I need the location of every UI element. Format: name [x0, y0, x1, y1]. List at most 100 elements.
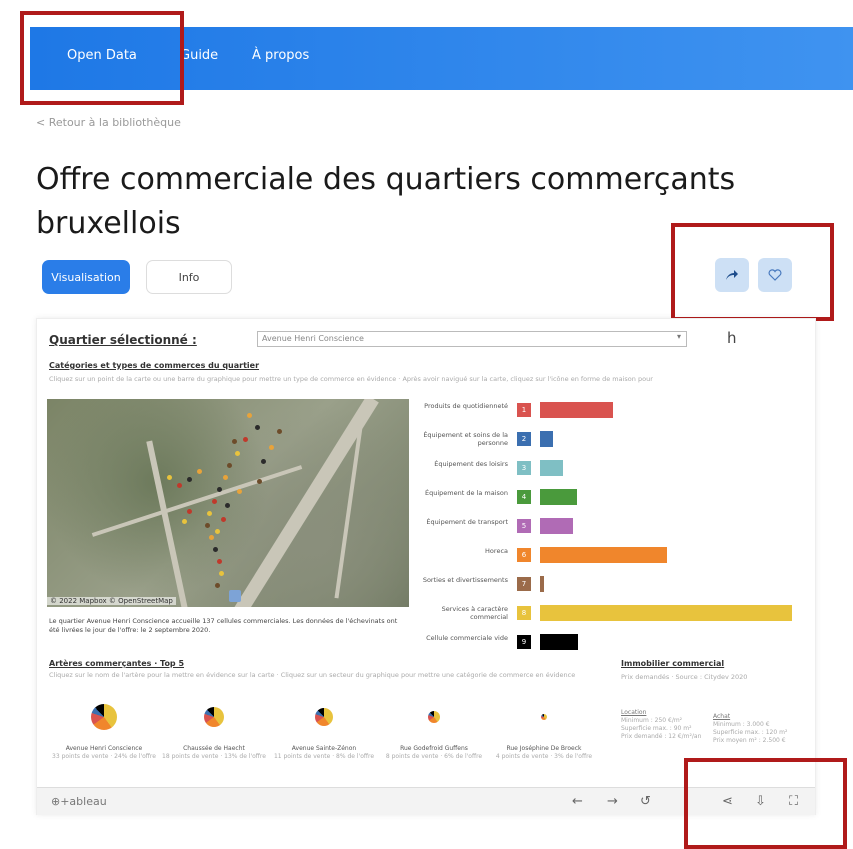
artery-label[interactable]: Rue Godefroid Guffens 8 points de vente ·…	[379, 745, 489, 761]
category-label: Services à caractère commercial	[441, 605, 508, 621]
category-bar[interactable]	[540, 431, 553, 447]
category-number[interactable]: 6	[517, 548, 531, 562]
artery-pie[interactable]	[204, 707, 224, 727]
category-number[interactable]: 1	[517, 403, 531, 417]
undo-icon[interactable]: ←	[572, 794, 583, 809]
immo-location-line: Prix demandé : 12 €/m²/an	[621, 733, 702, 740]
category-bar[interactable]	[540, 576, 544, 592]
artery-pie[interactable]	[428, 711, 440, 723]
shop-marker[interactable]	[217, 487, 222, 492]
category-bar[interactable]	[540, 460, 563, 476]
highlight-box-toolbar	[684, 758, 847, 849]
arteries-instructions: Cliquez sur le nom de l'artère pour la m…	[49, 671, 576, 679]
shop-marker[interactable]	[247, 413, 252, 418]
shop-marker[interactable]	[223, 475, 228, 480]
category-bar[interactable]	[540, 547, 667, 563]
shop-marker[interactable]	[215, 583, 220, 588]
shop-marker[interactable]	[235, 451, 240, 456]
back-link[interactable]: < Retour à la bibliothèque	[36, 116, 181, 129]
category-number[interactable]: 2	[517, 432, 531, 446]
category-number[interactable]: 9	[517, 635, 531, 649]
category-label: Produits de quotidienneté	[424, 402, 508, 410]
shop-marker[interactable]	[187, 509, 192, 514]
tableau-logo[interactable]: ⊕+ableau	[51, 795, 107, 808]
category-bar[interactable]	[540, 518, 573, 534]
nav-a-propos[interactable]: À propos	[252, 48, 309, 63]
category-label: Équipement et soins de la personne	[423, 431, 508, 447]
shop-marker[interactable]	[215, 529, 220, 534]
shop-marker[interactable]	[217, 559, 222, 564]
shop-marker[interactable]	[237, 489, 242, 494]
categories-instructions: Cliquez sur un point de la carte ou une …	[49, 375, 653, 383]
artery-name: Rue Godefroid Guffens	[400, 745, 468, 752]
artery-pie[interactable]	[91, 704, 117, 730]
category-bar[interactable]	[540, 605, 792, 621]
category-label: Équipement des loisirs	[434, 460, 508, 468]
shop-marker[interactable]	[187, 477, 192, 482]
nav-guide[interactable]: Guide	[180, 48, 218, 63]
category-number[interactable]: 5	[517, 519, 531, 533]
artery-label[interactable]: Avenue Henri Conscience 33 points de vent…	[49, 745, 159, 761]
home-icon[interactable]	[229, 590, 241, 602]
artery-pie[interactable]	[315, 708, 333, 726]
highlight-box-nav	[20, 11, 184, 105]
immo-achat: Achat Minimum : 3.000 € Superficie max. …	[713, 713, 787, 745]
shop-marker[interactable]	[243, 437, 248, 442]
shop-marker[interactable]	[182, 519, 187, 524]
map[interactable]	[47, 399, 409, 607]
category-number[interactable]: 8	[517, 606, 531, 620]
shop-marker[interactable]	[167, 475, 172, 480]
tableau-brand: +ableau	[60, 795, 107, 808]
immo-location-head: Location	[621, 709, 647, 716]
tableau-logo-mark: ⊕	[51, 795, 61, 808]
shop-marker[interactable]	[212, 499, 217, 504]
artery-label[interactable]: Chaussée de Haecht 18 points de vente · 1…	[159, 745, 269, 761]
artery-stats: 8 points de vente · 6% de l'offre	[385, 753, 483, 760]
category-bar[interactable]	[540, 634, 578, 650]
shop-marker[interactable]	[255, 425, 260, 430]
shop-marker[interactable]	[277, 429, 282, 434]
shop-marker[interactable]	[225, 503, 230, 508]
artery-pie[interactable]	[541, 714, 547, 720]
chevron-down-icon[interactable]: ▾	[677, 332, 681, 341]
shop-marker[interactable]	[227, 463, 232, 468]
category-label: Équipement de transport	[426, 518, 508, 526]
highlight-box-actions	[671, 223, 834, 321]
arteries-title: Artères commerçantes · Top 5	[49, 659, 185, 668]
category-label: Équipement de la maison	[425, 489, 508, 497]
shop-marker[interactable]	[261, 459, 266, 464]
shop-marker[interactable]	[205, 523, 210, 528]
revert-icon[interactable]: ↺	[640, 794, 651, 809]
category-number[interactable]: 4	[517, 490, 531, 504]
shop-marker[interactable]	[257, 479, 262, 484]
artery-stats: 18 points de vente · 13% de l'offre	[162, 753, 266, 760]
artery-label[interactable]: Avenue Sainte-Zénon 11 points de vente · …	[269, 745, 379, 761]
category-bar[interactable]	[540, 402, 613, 418]
map-summary: Le quartier Avenue Henri Conscience accu…	[49, 617, 398, 634]
artery-name: Chaussée de Haecht	[183, 745, 245, 752]
category-number[interactable]: 3	[517, 461, 531, 475]
artery-label[interactable]: Rue Joséphine De Broeck 4 points de vente…	[489, 745, 599, 761]
shop-marker[interactable]	[197, 469, 202, 474]
shop-marker[interactable]	[269, 445, 274, 450]
shop-marker[interactable]	[177, 483, 182, 488]
category-label: Sorties et divertissements	[422, 576, 508, 584]
artery-stats: 33 points de vente · 24% de l'offre	[52, 753, 156, 760]
shop-marker[interactable]	[232, 439, 237, 444]
quartier-label: Quartier sélectionné :	[49, 333, 197, 347]
shop-marker[interactable]	[219, 571, 224, 576]
quartier-select[interactable]: Avenue Henri Conscience	[257, 331, 687, 347]
shop-marker[interactable]	[213, 547, 218, 552]
category-label: Cellule commerciale vide	[426, 634, 508, 642]
categories-subtitle: Catégories et types de commerces du quar…	[49, 361, 260, 370]
tab-visualisation[interactable]: Visualisation	[42, 260, 130, 294]
immo-achat-line: Minimum : 3.000 €	[713, 721, 770, 728]
shop-marker[interactable]	[221, 517, 226, 522]
redo-icon[interactable]: →	[607, 794, 618, 809]
category-bar[interactable]	[540, 489, 577, 505]
shop-marker[interactable]	[209, 535, 214, 540]
category-number[interactable]: 7	[517, 577, 531, 591]
immo-title: Immobilier commercial	[621, 659, 725, 668]
shop-marker[interactable]	[207, 511, 212, 516]
tab-info[interactable]: Info	[146, 260, 232, 294]
